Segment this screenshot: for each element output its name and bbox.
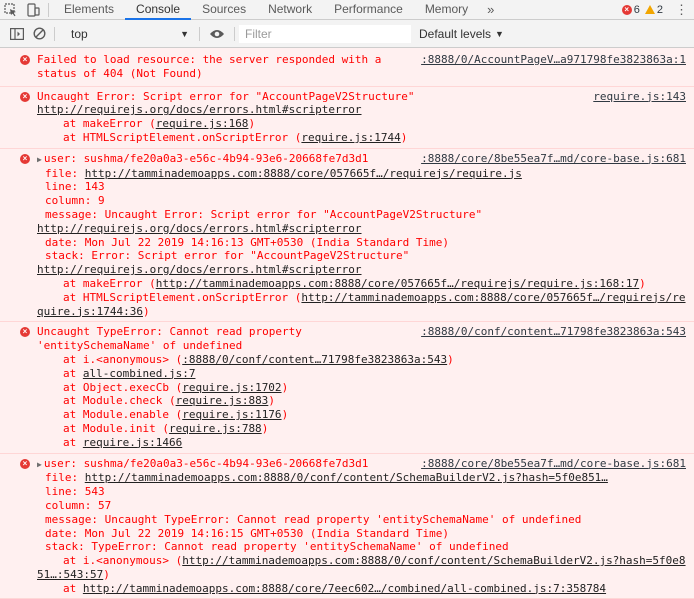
stack-frame-link[interactable]: require.js:1702 (182, 381, 281, 394)
prop-line: line: 143 (45, 180, 105, 194)
more-tabs-button[interactable]: » (479, 0, 502, 19)
prop-line: line: 543 (45, 485, 105, 499)
console-error-message: × :8888/0/AccountPageV…a971798fe3823863a… (0, 48, 694, 87)
stack-frame-text: at Object.execCb ( (63, 380, 183, 394)
stack-frame-text: at i.<anonymous> ( (63, 352, 183, 366)
message-source-link[interactable]: :8888/core/8be55ea7f…md/core-base.js:681 (417, 456, 686, 471)
stack-frame-link[interactable]: require.js:1176 (182, 408, 281, 421)
stack-frame-link[interactable]: require.js:1744 (301, 131, 400, 144)
prop-message: message: Uncaught Error: Script error fo… (45, 207, 483, 221)
divider (199, 26, 200, 41)
prop-stack: stack: TypeError: Cannot read property '… (45, 540, 509, 554)
tab-network[interactable]: Network (257, 0, 323, 20)
error-count-icon: × (621, 4, 632, 15)
context-selector-value: top (71, 26, 88, 41)
sidebar-toggle-icon[interactable] (6, 24, 28, 44)
devtools-tabbar: Elements Console Sources Network Perform… (0, 0, 694, 20)
stack-frame-link[interactable]: http://tamminademoapps.com:8888/core/057… (301, 291, 685, 304)
error-docs-link[interactable]: http://requirejs.org/docs/errors.html#sc… (37, 222, 362, 235)
stack-frame-link[interactable]: http://tamminademoapps.com:8888/core/057… (156, 277, 639, 290)
tab-memory[interactable]: Memory (414, 0, 479, 20)
clear-console-icon[interactable] (28, 24, 50, 44)
console-error-message: × :8888/0/conf/content…71798fe3823863a:5… (0, 322, 694, 454)
stack-frame-link[interactable]: require.js:168 (156, 117, 249, 130)
stack-frame-text: at makeError ( (63, 276, 156, 290)
error-docs-link[interactable]: http://requirejs.org/docs/errors.html#sc… (37, 103, 362, 116)
stack-frame-text: at Module.enable ( (63, 408, 183, 422)
console-error-message: × require.js:143 Uncaught Error: Script … (0, 86, 694, 149)
stack-frame-text: at HTMLScriptElement.onScriptError ( (63, 290, 302, 304)
divider (234, 26, 235, 41)
console-toolbar: top ▼ Default levels ▼ (0, 20, 694, 48)
prop-file-link[interactable]: http://tamminademoapps.com:8888/core/057… (85, 167, 522, 180)
prop-message: message: Uncaught TypeError: Cannot read… (45, 512, 582, 526)
stack-frame-link[interactable]: quire.js:1744:36 (37, 305, 143, 318)
message-source-link[interactable]: :8888/core/8be55ea7f…md/core-base.js:681 (417, 151, 686, 166)
stack-frame-text: at (63, 435, 83, 449)
prop-date: date: Mon Jul 22 2019 14:16:13 GMT+0530 … (45, 235, 449, 249)
tab-performance[interactable]: Performance (323, 0, 414, 20)
stack-frame-text: at HTMLScriptElement.onScriptError ( (63, 130, 302, 144)
context-selector[interactable]: top ▼ (65, 24, 195, 44)
prop-key: file: (45, 166, 85, 180)
tab-sources[interactable]: Sources (191, 0, 257, 20)
error-icon: × (20, 327, 30, 338)
filter-input[interactable] (239, 24, 411, 43)
console-error-message: × :8888/core/8be55ea7f…md/core-base.js:6… (0, 453, 694, 599)
error-icon: × (20, 91, 30, 102)
stack-frame-link[interactable]: require.js:788 (169, 422, 262, 435)
kebab-menu-icon[interactable]: ⋮ (675, 2, 688, 18)
message-text: 'entitySchemaName' of undefined (37, 339, 243, 353)
stack-frame-text: at (63, 366, 83, 380)
object-summary[interactable]: user: sushma/fe20a0a3-e56c-4b94-93e6-206… (44, 457, 369, 470)
message-source-link[interactable]: require.js:143 (589, 89, 686, 104)
warning-count-icon (644, 5, 655, 14)
caret-down-icon: ▼ (495, 28, 504, 39)
error-icon: × (20, 153, 30, 164)
expand-triangle-icon[interactable]: ▶ (37, 155, 42, 164)
stack-frame-link[interactable]: http://tamminademoapps.com:8888/core/7ee… (83, 582, 606, 595)
tab-elements[interactable]: Elements (53, 0, 125, 20)
stack-frame-text: at (63, 581, 83, 595)
divider (48, 2, 49, 17)
error-icon: × (20, 458, 30, 469)
caret-down-icon: ▼ (180, 28, 189, 39)
message-source-link[interactable]: :8888/0/AccountPageV…a971798fe3823863a:1 (417, 53, 686, 67)
warning-count: 2 (656, 3, 663, 16)
error-docs-link[interactable]: http://requirejs.org/docs/errors.html#sc… (37, 263, 362, 276)
stack-frame-text: at i.<anonymous> ( (63, 554, 183, 568)
stack-frame-link[interactable]: require.js:1466 (83, 436, 182, 449)
issue-counters[interactable]: × 6 2 ⋮ (621, 2, 694, 18)
expand-triangle-icon[interactable]: ▶ (37, 460, 42, 469)
message-text: status of 404 (Not Found) (37, 66, 203, 80)
prop-stack: stack: Error: Script error for "AccountP… (45, 249, 410, 263)
message-source-link[interactable]: :8888/0/conf/content…71798fe3823863a:543 (417, 325, 686, 340)
inspect-element-icon[interactable] (0, 0, 22, 20)
stack-frame-link[interactable]: http://tamminademoapps.com:8888/0/conf/c… (182, 554, 685, 567)
log-levels-label: Default levels (419, 26, 492, 41)
device-toolbar-icon[interactable] (22, 0, 44, 20)
stack-frame-text: at makeError ( (63, 117, 156, 131)
stack-frame-link[interactable]: 51…:543:57 (37, 568, 103, 581)
prop-file-link[interactable]: http://tamminademoapps.com:8888/0/conf/c… (85, 471, 608, 484)
prop-column: column: 9 (45, 194, 105, 208)
console-messages: × :8888/0/AccountPageV…a971798fe3823863a… (0, 48, 694, 599)
stack-frame-link[interactable]: :8888/0/conf/content…71798fe3823863a:543 (182, 353, 447, 366)
prop-date: date: Mon Jul 22 2019 14:16:15 GMT+0530 … (45, 526, 449, 540)
object-summary[interactable]: user: sushma/fe20a0a3-e56c-4b94-93e6-206… (44, 152, 369, 165)
divider (54, 26, 55, 41)
stack-frame-text: at Module.init ( (63, 421, 169, 435)
stack-frame-link[interactable]: all-combined.js:7 (83, 367, 196, 380)
console-error-message: × :8888/core/8be55ea7f…md/core-base.js:6… (0, 148, 694, 323)
stack-frame-text: at Module.check ( (63, 394, 176, 408)
error-icon: × (20, 55, 30, 65)
error-count: 6 (633, 3, 640, 16)
prop-key: file: (45, 471, 85, 485)
prop-column: column: 57 (45, 498, 112, 512)
tab-console[interactable]: Console (125, 0, 192, 20)
live-expression-eye-icon[interactable] (204, 29, 230, 39)
log-levels-dropdown[interactable]: Default levels ▼ (419, 27, 504, 41)
stack-frame-link[interactable]: require.js:883 (176, 394, 269, 407)
